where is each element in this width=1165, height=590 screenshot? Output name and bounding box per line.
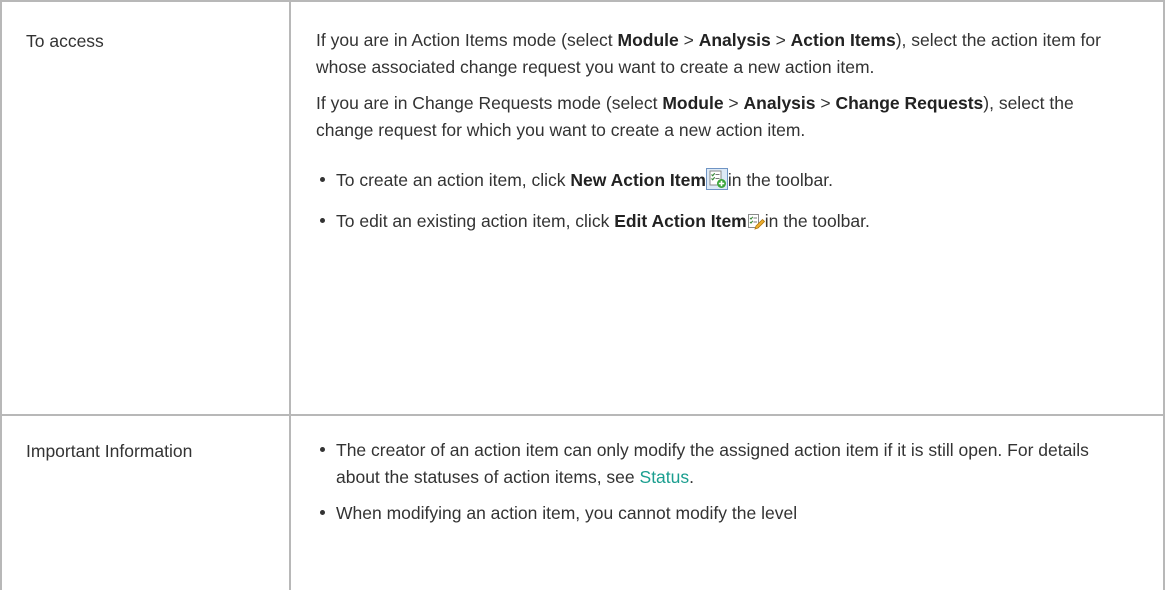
new-action-item-icon xyxy=(705,168,728,198)
list-item-text: in the toolbar. xyxy=(727,170,833,190)
toolbar-actions-list: To create an action item, click New Acti… xyxy=(316,167,1126,238)
list-item-text: . xyxy=(689,466,695,487)
path-separator: > xyxy=(678,30,699,50)
list-item-creator-modify: The creator of an action item can only m… xyxy=(316,437,1126,490)
menu-path-analysis: Analysis xyxy=(698,30,771,50)
list-item-text: To edit an existing action item, click xyxy=(336,210,615,231)
path-separator: > xyxy=(815,93,836,113)
list-item-edit-action: To edit an existing action item, click E… xyxy=(316,208,1126,239)
table-border-top xyxy=(0,0,1165,2)
bullet-dot xyxy=(320,177,325,182)
table-border-left xyxy=(0,0,2,590)
list-item-modifying-level: When modifying an action item, you canno… xyxy=(316,500,1126,527)
row-label-important-information: Important Information xyxy=(26,441,193,461)
row-label-to-access: To access xyxy=(26,31,104,51)
path-separator: > xyxy=(770,30,791,50)
bullet-dot xyxy=(320,510,325,515)
paragraph-text: If you are in Action Items mode (select xyxy=(316,30,618,50)
menu-path-module: Module xyxy=(662,93,724,113)
table-row-divider xyxy=(0,414,1165,416)
important-info-list: The creator of an action item can only m… xyxy=(316,437,1126,527)
menu-path-change-requests: Change Requests xyxy=(835,93,984,113)
bullet-dot xyxy=(320,217,325,223)
menu-path-analysis: Analysis xyxy=(743,93,816,113)
edit-action-item-icon xyxy=(747,212,765,239)
table-column-divider xyxy=(289,0,291,590)
list-item-text: The creator of an action item can only m… xyxy=(336,440,1089,487)
row-content-important-information: The creator of an action item can only m… xyxy=(316,437,1126,527)
new-action-item-label: New Action Item xyxy=(570,170,706,190)
menu-path-module: Module xyxy=(617,30,679,50)
paragraph-action-items-mode: If you are in Action Items mode (select … xyxy=(316,27,1126,80)
edit-action-item-label: Edit Action Item xyxy=(614,210,747,231)
info-table: To access If you are in Action Items mod… xyxy=(0,0,1165,590)
paragraph-change-requests-mode: If you are in Change Requests mode (sele… xyxy=(316,90,1126,143)
status-link[interactable]: Status xyxy=(640,467,690,487)
menu-path-action-items: Action Items xyxy=(790,30,896,50)
list-item-text: When modifying an action item, you canno… xyxy=(336,503,798,523)
bullet-dot xyxy=(320,447,325,452)
paragraph-text: If you are in Change Requests mode (sele… xyxy=(316,93,663,113)
list-item-text: To create an action item, click xyxy=(336,170,571,190)
list-item-new-action: To create an action item, click New Acti… xyxy=(316,167,1126,198)
list-item-text: in the toolbar. xyxy=(764,210,870,231)
path-separator: > xyxy=(723,93,744,113)
row-content-to-access: If you are in Action Items mode (select … xyxy=(316,27,1126,238)
